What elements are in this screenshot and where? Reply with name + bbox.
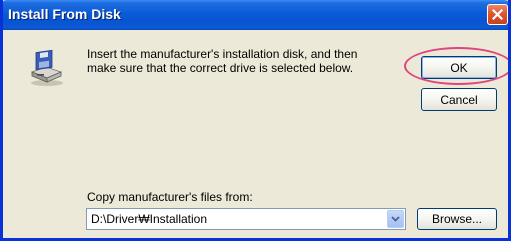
instruction-line-2: make sure that the correct drive is sele… xyxy=(87,61,354,75)
close-icon xyxy=(492,9,503,20)
floppy-disk-drive-icon xyxy=(30,49,63,86)
instruction-text: Insert the manufacturer's installation d… xyxy=(87,47,387,75)
title-bar[interactable]: Install From Disk xyxy=(3,0,508,30)
copy-files-path-value[interactable]: D:\Driver₩Installation xyxy=(91,212,207,226)
instruction-line-1: Insert the manufacturer's installation d… xyxy=(87,47,358,61)
cancel-button[interactable]: Cancel xyxy=(421,88,497,111)
chevron-down-icon xyxy=(391,216,400,222)
install-from-disk-dialog: Install From Disk Insert the manufacture… xyxy=(0,0,511,241)
copy-files-path-combobox[interactable]: D:\Driver₩Installation xyxy=(86,208,406,230)
browse-button[interactable]: Browse... xyxy=(417,208,497,230)
copy-files-label: Copy manufacturer's files from: xyxy=(87,190,253,204)
dropdown-button[interactable] xyxy=(387,210,404,228)
ok-button[interactable]: OK xyxy=(421,56,497,79)
window-title: Install From Disk xyxy=(8,6,121,22)
close-button[interactable] xyxy=(487,4,508,25)
